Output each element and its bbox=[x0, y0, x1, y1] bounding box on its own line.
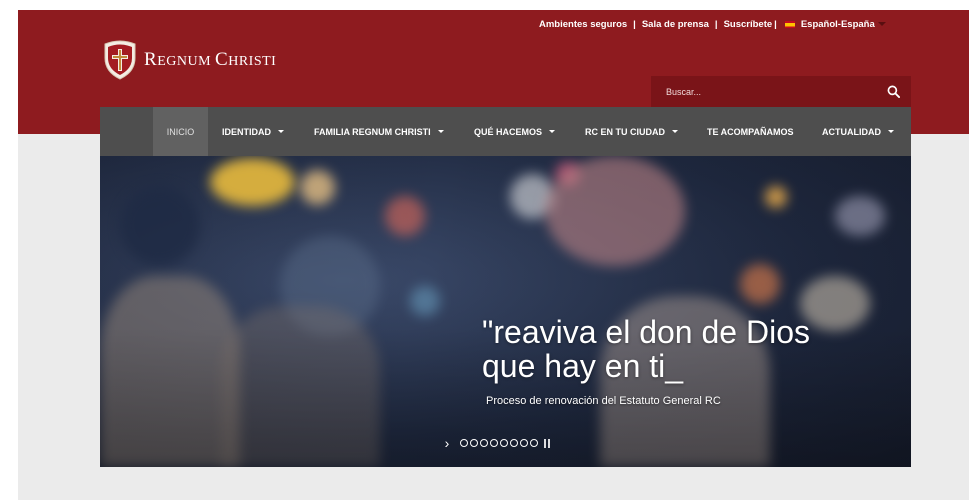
hero-title: "reaviva el don de Dios que hay en ti_ bbox=[482, 315, 810, 383]
slide-dot[interactable] bbox=[480, 439, 488, 447]
nav-item-inicio[interactable]: INICIO bbox=[153, 107, 208, 156]
chevron-down-icon bbox=[549, 130, 556, 133]
ambientes-seguros-link[interactable]: Ambientes seguros bbox=[539, 19, 627, 30]
nav-item-que-hacemos[interactable]: QUÉ HACEMOS bbox=[474, 107, 556, 156]
hero-shade bbox=[100, 156, 911, 467]
hero-slider[interactable]: "reaviva el don de Dios que hay en ti_ P… bbox=[100, 156, 911, 467]
nav-item-label: TE ACOMPAÑAMOS bbox=[707, 126, 794, 137]
spain-flag-icon bbox=[784, 20, 795, 28]
nav-item-label: ACTUALIDAD bbox=[822, 126, 881, 137]
slide-dot[interactable] bbox=[530, 439, 538, 447]
logo[interactable]: REGNUM CHRISTI bbox=[102, 40, 276, 80]
nav-item-label: INICIO bbox=[166, 126, 195, 137]
shield-cross-icon bbox=[104, 40, 136, 80]
slide-dot[interactable] bbox=[500, 439, 508, 447]
slider-controls: › bbox=[440, 435, 552, 451]
slide-dot[interactable] bbox=[470, 439, 478, 447]
separator: | bbox=[633, 18, 636, 30]
chevron-down-icon bbox=[888, 130, 894, 133]
slide-dot[interactable] bbox=[490, 439, 498, 447]
sala-de-prensa-link[interactable]: Sala de prensa bbox=[642, 19, 709, 30]
language-selector[interactable]: Español-España bbox=[801, 19, 875, 30]
hero-title-line: que hay en ti_ bbox=[482, 348, 684, 384]
slide-dot[interactable] bbox=[460, 439, 468, 447]
search-icon[interactable] bbox=[887, 85, 900, 98]
pause-icon[interactable] bbox=[544, 438, 552, 448]
nav-item-actualidad[interactable]: ACTUALIDAD bbox=[822, 107, 894, 156]
hero-title-line: "reaviva el don de Dios bbox=[482, 314, 810, 350]
nav-item-identidad[interactable]: IDENTIDAD bbox=[222, 107, 284, 156]
separator: | bbox=[774, 18, 777, 30]
separator: | bbox=[714, 18, 718, 30]
top-links-bar: Ambientes seguros | Sala de prensa | Sus… bbox=[539, 17, 886, 31]
nav-item-label: FAMILIA REGNUM CHRISTI bbox=[314, 126, 431, 137]
slide-dot[interactable] bbox=[510, 439, 518, 447]
nav-item-label: IDENTIDAD bbox=[222, 126, 271, 137]
nav-item-label: RC EN TU CIUDAD bbox=[585, 126, 665, 137]
hero-subtitle[interactable]: Proceso de renovación del Estatuto Gener… bbox=[486, 395, 721, 407]
chevron-down-icon bbox=[672, 130, 678, 133]
search-input[interactable] bbox=[666, 86, 876, 97]
main-nav: INICIO IDENTIDAD FAMILIA REGNUM CHRISTI … bbox=[100, 107, 911, 156]
nav-item-familia-regnum-christi[interactable]: FAMILIA REGNUM CHRISTI bbox=[314, 107, 444, 156]
chevron-right-icon[interactable]: › bbox=[440, 435, 454, 451]
chevron-down-icon bbox=[437, 130, 444, 133]
nav-item-rc-en-tu-ciudad[interactable]: RC EN TU CIUDAD bbox=[585, 107, 678, 156]
chevron-down-icon bbox=[278, 130, 284, 133]
slide-dot[interactable] bbox=[520, 439, 528, 447]
logo-text: REGNUM CHRISTI bbox=[144, 49, 277, 70]
suscribete-link[interactable]: Suscríbete bbox=[724, 19, 773, 30]
chevron-down-icon[interactable] bbox=[877, 22, 886, 26]
nav-item-label: QUÉ HACEMOS bbox=[474, 126, 543, 137]
nav-item-te-acompanamos[interactable]: TE ACOMPAÑAMOS bbox=[707, 107, 794, 156]
search-bar bbox=[651, 76, 911, 107]
